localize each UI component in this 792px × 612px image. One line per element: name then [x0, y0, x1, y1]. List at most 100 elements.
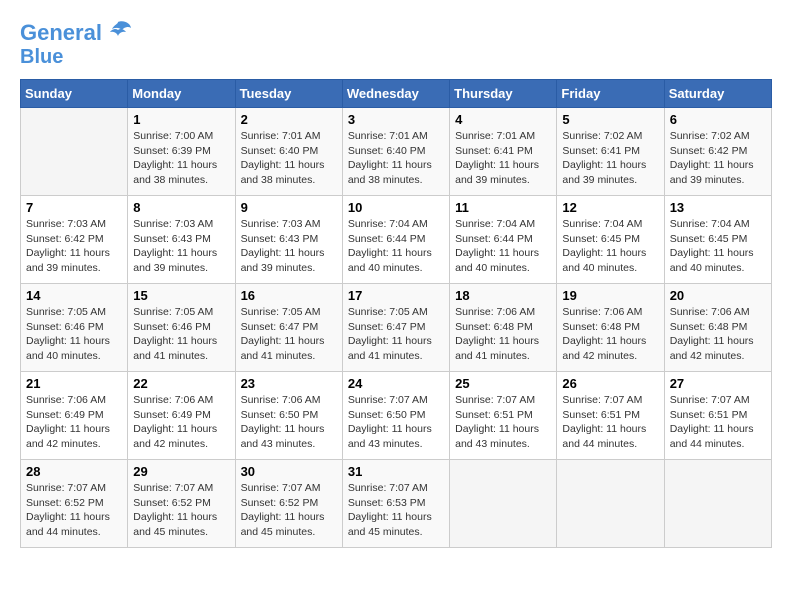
day-number: 21: [26, 376, 122, 391]
calendar-cell: [557, 460, 664, 548]
day-number: 3: [348, 112, 444, 127]
day-info: Sunrise: 7:06 AM Sunset: 6:49 PM Dayligh…: [133, 393, 229, 452]
header-cell-monday: Monday: [128, 80, 235, 108]
day-number: 14: [26, 288, 122, 303]
day-info: Sunrise: 7:05 AM Sunset: 6:47 PM Dayligh…: [348, 305, 444, 364]
header-cell-thursday: Thursday: [450, 80, 557, 108]
day-info: Sunrise: 7:02 AM Sunset: 6:42 PM Dayligh…: [670, 129, 766, 188]
calendar-cell: 4 Sunrise: 7:01 AM Sunset: 6:41 PM Daylig…: [450, 108, 557, 196]
day-number: 12: [562, 200, 658, 215]
calendar-cell: 15Sunrise: 7:05 AM Sunset: 6:46 PM Dayli…: [128, 284, 235, 372]
day-number: 20: [670, 288, 766, 303]
day-info: Sunrise: 7:01 AM Sunset: 6:40 PM Dayligh…: [348, 129, 444, 188]
day-number: 18: [455, 288, 551, 303]
calendar-cell: 22 Sunrise: 7:06 AM Sunset: 6:49 PM Dayli…: [128, 372, 235, 460]
day-info: Sunrise: 7:03 AM Sunset: 6:43 PM Dayligh…: [241, 217, 337, 276]
day-number: 16: [241, 288, 337, 303]
day-number: 24: [348, 376, 444, 391]
calendar-cell: 31Sunrise: 7:07 AM Sunset: 6:53 PM Dayli…: [342, 460, 449, 548]
week-row-4: 21 Sunrise: 7:06 AM Sunset: 6:49 PM Dayli…: [21, 372, 772, 460]
day-number: 5: [562, 112, 658, 127]
week-row-5: 28 Sunrise: 7:07 AM Sunset: 6:52 PM Dayli…: [21, 460, 772, 548]
day-number: 27: [670, 376, 766, 391]
day-number: 6: [670, 112, 766, 127]
day-number: 22: [133, 376, 229, 391]
day-info: Sunrise: 7:01 AM Sunset: 6:41 PM Dayligh…: [455, 129, 551, 188]
calendar-cell: 17 Sunrise: 7:05 AM Sunset: 6:47 PM Dayli…: [342, 284, 449, 372]
day-info: Sunrise: 7:07 AM Sunset: 6:51 PM Dayligh…: [562, 393, 658, 452]
day-number: 28: [26, 464, 122, 479]
day-number: 23: [241, 376, 337, 391]
day-number: 17: [348, 288, 444, 303]
calendar-cell: 7 Sunrise: 7:03 AM Sunset: 6:42 PM Daylig…: [21, 196, 128, 284]
calendar-cell: 8Sunrise: 7:03 AM Sunset: 6:43 PM Daylig…: [128, 196, 235, 284]
calendar-cell: 10Sunrise: 7:04 AM Sunset: 6:44 PM Dayli…: [342, 196, 449, 284]
day-number: 7: [26, 200, 122, 215]
day-number: 26: [562, 376, 658, 391]
day-info: Sunrise: 7:06 AM Sunset: 6:49 PM Dayligh…: [26, 393, 122, 452]
calendar-cell: 25 Sunrise: 7:07 AM Sunset: 6:51 PM Dayli…: [450, 372, 557, 460]
calendar-cell: 30Sunrise: 7:07 AM Sunset: 6:52 PM Dayli…: [235, 460, 342, 548]
day-number: 25: [455, 376, 551, 391]
calendar-cell: [21, 108, 128, 196]
day-number: 9: [241, 200, 337, 215]
calendar-cell: 1Sunrise: 7:00 AM Sunset: 6:39 PM Daylig…: [128, 108, 235, 196]
calendar-cell: 24 Sunrise: 7:07 AM Sunset: 6:50 PM Dayli…: [342, 372, 449, 460]
calendar-cell: 6 Sunrise: 7:02 AM Sunset: 6:42 PM Daylig…: [664, 108, 771, 196]
header-cell-tuesday: Tuesday: [235, 80, 342, 108]
day-number: 4: [455, 112, 551, 127]
calendar-cell: 11 Sunrise: 7:04 AM Sunset: 6:44 PM Dayli…: [450, 196, 557, 284]
day-info: Sunrise: 7:06 AM Sunset: 6:50 PM Dayligh…: [241, 393, 337, 452]
calendar-cell: 19Sunrise: 7:06 AM Sunset: 6:48 PM Dayli…: [557, 284, 664, 372]
calendar-cell: 16Sunrise: 7:05 AM Sunset: 6:47 PM Dayli…: [235, 284, 342, 372]
day-info: Sunrise: 7:04 AM Sunset: 6:45 PM Dayligh…: [562, 217, 658, 276]
header-row: SundayMondayTuesdayWednesdayThursdayFrid…: [21, 80, 772, 108]
day-number: 2: [241, 112, 337, 127]
header-cell-friday: Friday: [557, 80, 664, 108]
week-row-3: 14 Sunrise: 7:05 AM Sunset: 6:46 PM Dayli…: [21, 284, 772, 372]
day-number: 29: [133, 464, 229, 479]
calendar-cell: 18Sunrise: 7:06 AM Sunset: 6:48 PM Dayli…: [450, 284, 557, 372]
header-cell-sunday: Sunday: [21, 80, 128, 108]
day-number: 19: [562, 288, 658, 303]
calendar-cell: 23 Sunrise: 7:06 AM Sunset: 6:50 PM Dayli…: [235, 372, 342, 460]
day-info: Sunrise: 7:07 AM Sunset: 6:52 PM Dayligh…: [26, 481, 122, 540]
day-number: 11: [455, 200, 551, 215]
calendar-table: SundayMondayTuesdayWednesdayThursdayFrid…: [20, 79, 772, 548]
calendar-cell: 2Sunrise: 7:01 AM Sunset: 6:40 PM Daylig…: [235, 108, 342, 196]
day-info: Sunrise: 7:05 AM Sunset: 6:46 PM Dayligh…: [26, 305, 122, 364]
logo-text-blue: Blue: [20, 46, 63, 69]
calendar-cell: 28 Sunrise: 7:07 AM Sunset: 6:52 PM Dayli…: [21, 460, 128, 548]
logo: General Blue: [20, 20, 132, 69]
week-row-2: 7 Sunrise: 7:03 AM Sunset: 6:42 PM Daylig…: [21, 196, 772, 284]
day-number: 30: [241, 464, 337, 479]
logo-bird-icon: [104, 20, 132, 42]
calendar-cell: 27 Sunrise: 7:07 AM Sunset: 6:51 PM Dayli…: [664, 372, 771, 460]
day-info: Sunrise: 7:07 AM Sunset: 6:51 PM Dayligh…: [670, 393, 766, 452]
day-info: Sunrise: 7:06 AM Sunset: 6:48 PM Dayligh…: [670, 305, 766, 364]
calendar-cell: 29 Sunrise: 7:07 AM Sunset: 6:52 PM Dayli…: [128, 460, 235, 548]
day-info: Sunrise: 7:04 AM Sunset: 6:44 PM Dayligh…: [455, 217, 551, 276]
day-info: Sunrise: 7:04 AM Sunset: 6:44 PM Dayligh…: [348, 217, 444, 276]
calendar-cell: 5Sunrise: 7:02 AM Sunset: 6:41 PM Daylig…: [557, 108, 664, 196]
day-info: Sunrise: 7:04 AM Sunset: 6:45 PM Dayligh…: [670, 217, 766, 276]
page-header: General Blue: [20, 20, 772, 69]
day-number: 13: [670, 200, 766, 215]
logo-text: General: [20, 20, 102, 46]
week-row-1: 1Sunrise: 7:00 AM Sunset: 6:39 PM Daylig…: [21, 108, 772, 196]
header-cell-wednesday: Wednesday: [342, 80, 449, 108]
day-info: Sunrise: 7:07 AM Sunset: 6:52 PM Dayligh…: [133, 481, 229, 540]
calendar-cell: [450, 460, 557, 548]
day-info: Sunrise: 7:07 AM Sunset: 6:51 PM Dayligh…: [455, 393, 551, 452]
day-info: Sunrise: 7:03 AM Sunset: 6:43 PM Dayligh…: [133, 217, 229, 276]
day-info: Sunrise: 7:05 AM Sunset: 6:46 PM Dayligh…: [133, 305, 229, 364]
calendar-cell: 9 Sunrise: 7:03 AM Sunset: 6:43 PM Daylig…: [235, 196, 342, 284]
day-info: Sunrise: 7:03 AM Sunset: 6:42 PM Dayligh…: [26, 217, 122, 276]
calendar-cell: 20 Sunrise: 7:06 AM Sunset: 6:48 PM Dayli…: [664, 284, 771, 372]
day-number: 31: [348, 464, 444, 479]
calendar-cell: 12 Sunrise: 7:04 AM Sunset: 6:45 PM Dayli…: [557, 196, 664, 284]
day-info: Sunrise: 7:07 AM Sunset: 6:50 PM Dayligh…: [348, 393, 444, 452]
calendar-cell: 13 Sunrise: 7:04 AM Sunset: 6:45 PM Dayli…: [664, 196, 771, 284]
calendar-cell: 3 Sunrise: 7:01 AM Sunset: 6:40 PM Daylig…: [342, 108, 449, 196]
calendar-cell: [664, 460, 771, 548]
